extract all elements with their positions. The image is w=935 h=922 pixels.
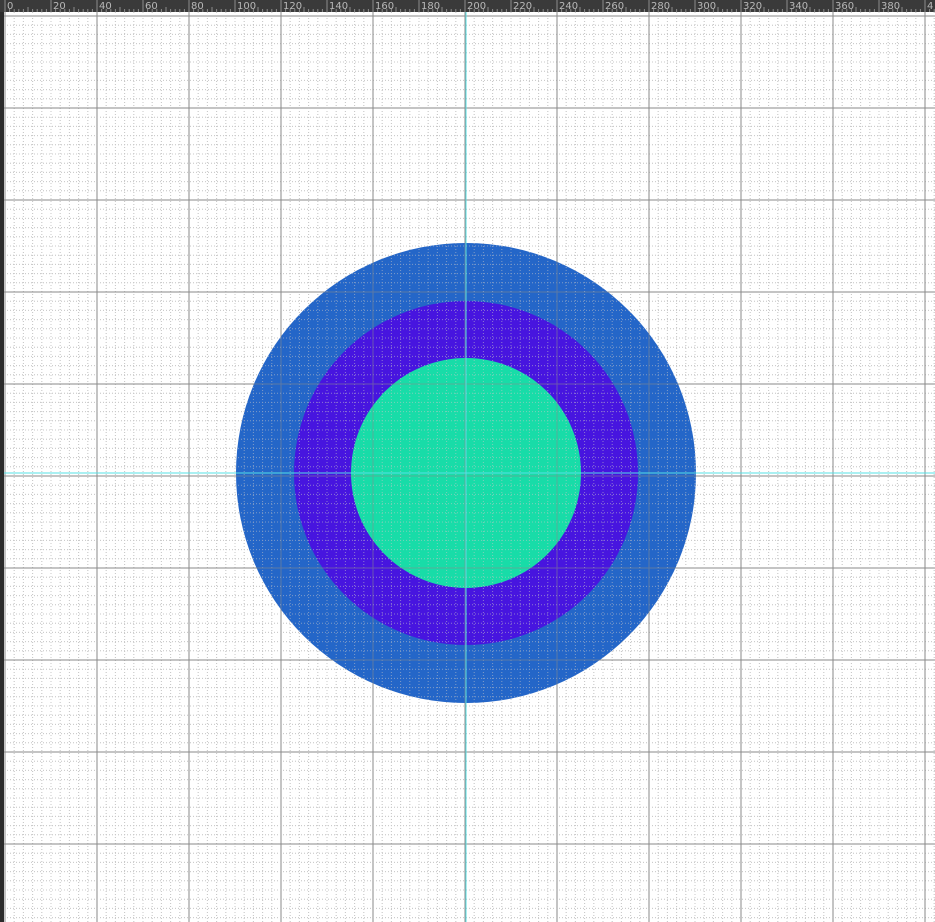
- ruler-label: 0: [7, 1, 13, 12]
- ruler-label: 240: [559, 1, 578, 12]
- ruler-label: 100: [237, 1, 256, 12]
- design-editor: 0 20 40 60 80 100 120 140 160 180 200 220 240 260 280 3…: [0, 0, 935, 922]
- ruler-label: 160: [375, 1, 394, 12]
- ruler-ticks: 0 20 40 60 80 100 120 140 160 180 200 220 240 260 280 3…: [4, 0, 935, 12]
- horizontal-ruler[interactable]: 0 20 40 60 80 100 120 140 160 180 200 220 240 260 280 3…: [0, 0, 935, 12]
- ruler-label: 380: [881, 1, 900, 12]
- artboard-canvas[interactable]: [4, 12, 935, 922]
- ruler-label: 260: [605, 1, 624, 12]
- ruler-label: 20: [53, 1, 66, 12]
- ruler-label: 200: [467, 1, 486, 12]
- ruler-label: 40: [99, 1, 112, 12]
- ruler-label: 120: [283, 1, 302, 12]
- ruler-label: 360: [835, 1, 854, 12]
- ruler-label: 340: [789, 1, 808, 12]
- ruler-label: 140: [329, 1, 348, 12]
- ruler-label: 300: [697, 1, 716, 12]
- ruler-label: 80: [191, 1, 204, 12]
- ruler-label: 180: [421, 1, 440, 12]
- ruler-label: 220: [513, 1, 532, 12]
- ruler-label: 60: [145, 1, 158, 12]
- grid-overlay: [4, 12, 935, 922]
- ruler-label: 280: [651, 1, 670, 12]
- ruler-label: 320: [743, 1, 762, 12]
- ruler-label: 4: [927, 1, 933, 12]
- canvas-drawing[interactable]: [4, 12, 935, 922]
